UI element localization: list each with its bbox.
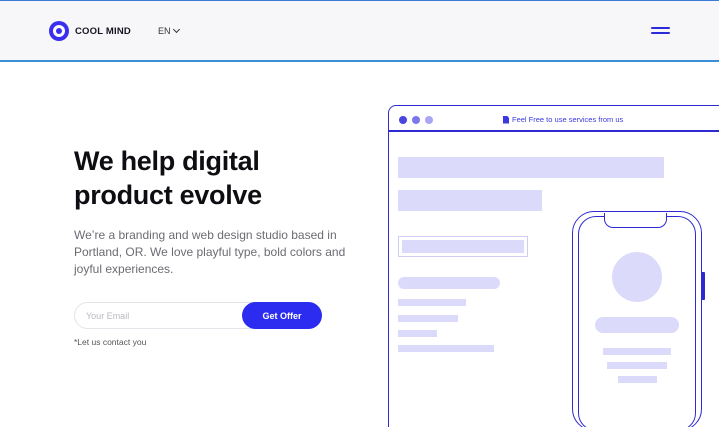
window-dot [425, 116, 433, 124]
email-input[interactable] [74, 302, 264, 329]
placeholder-line [398, 315, 458, 322]
phone-side-button [701, 272, 705, 300]
phone-notch [604, 213, 667, 228]
contact-note: *Let us contact you [74, 337, 147, 347]
avatar-placeholder [612, 252, 662, 302]
get-offer-button[interactable]: Get Offer [242, 302, 322, 329]
placeholder-line [398, 345, 494, 352]
placeholder-pill [398, 277, 500, 289]
logo[interactable]: COOL MIND [49, 21, 131, 41]
phone-placeholder-line [618, 376, 657, 383]
document-icon [503, 115, 509, 124]
phone-placeholder-line [607, 362, 667, 369]
phone-placeholder-pill [595, 317, 679, 333]
chevron-down-icon [172, 25, 180, 34]
logo-ring-icon [49, 21, 69, 41]
hero-title-line1: We help digital [74, 146, 260, 176]
placeholder-line [398, 299, 466, 306]
browser-divider [389, 130, 719, 132]
window-dot [412, 116, 420, 124]
logo-text: COOL MIND [75, 25, 131, 37]
hero-description: We’re a branding and web design studio b… [74, 228, 346, 276]
placeholder-line [398, 330, 437, 337]
browser-url-bar: Feel Free to use services from us [503, 115, 623, 124]
hero-title: We help digital product evolve [74, 144, 334, 212]
language-label: EN [158, 26, 171, 36]
phone-placeholder-line [603, 348, 671, 355]
window-dot [399, 116, 407, 124]
hamburger-icon[interactable] [651, 25, 670, 35]
top-navbar: COOL MIND EN [0, 0, 719, 62]
hamburger-line [651, 27, 670, 29]
email-form: Get Offer [74, 302, 322, 329]
hero-title-line2: product evolve [74, 180, 262, 210]
placeholder-input-fill [402, 240, 524, 253]
hamburger-line [651, 32, 670, 34]
placeholder-block [398, 157, 664, 178]
language-selector[interactable]: EN [158, 25, 180, 36]
url-text: Feel Free to use services from us [512, 115, 624, 124]
placeholder-block [398, 190, 542, 211]
